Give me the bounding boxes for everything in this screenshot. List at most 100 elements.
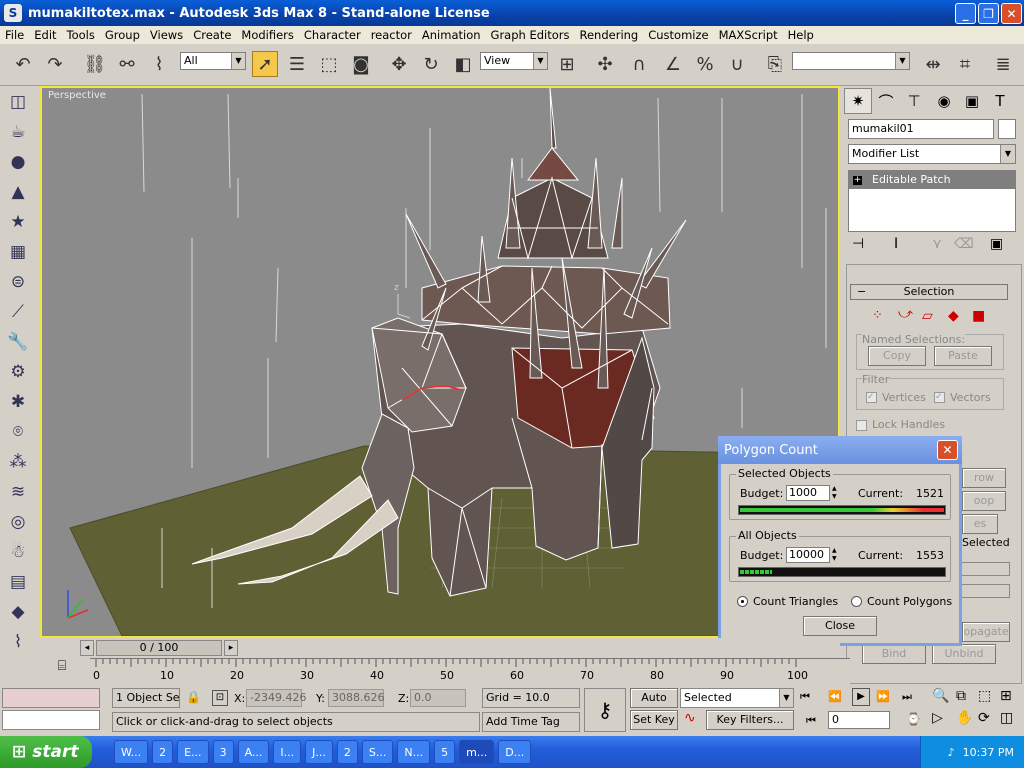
coil-icon[interactable]: ⊜ [4,268,32,296]
menu-group[interactable]: Group [100,28,145,42]
menu-modifiers[interactable]: Modifiers [236,28,299,42]
speaker-icon[interactable]: ♪ [948,746,955,759]
display-tab-icon[interactable]: ▣ [958,88,986,114]
create-tab-icon[interactable]: ✷ [844,88,872,114]
vertices-checkbox[interactable]: ✓ [866,392,877,403]
key-filters-button[interactable]: Key Filters... [706,710,794,730]
absolute-mode-icon[interactable]: ⊡ [212,690,228,706]
maxscript-listener-pink[interactable] [2,688,100,708]
stack-item-editable-patch[interactable]: + Editable Patch [849,171,1015,189]
time-slider-next-icon[interactable]: ▸ [224,640,238,656]
edit-named-selection-icon[interactable]: ⎘ [762,51,788,77]
go-to-end-icon[interactable]: ⏭ [902,690,912,704]
show-end-result-icon[interactable]: Ι [894,236,898,252]
menu-file[interactable]: File [0,28,29,42]
named-selection-dropdown[interactable]: ▼ [792,52,910,70]
y-coordinate[interactable]: 3088.626 [328,689,385,707]
dialog-close-icon[interactable]: ✕ [937,440,958,460]
object-color-swatch[interactable] [998,119,1016,139]
selected-budget-spinner-arrows[interactable]: ▲ ▼ [832,485,840,501]
reference-coordinate-dropdown[interactable]: View ▼ [480,52,548,70]
default-tangent-icon[interactable]: ∿ [684,710,696,726]
task-button-5[interactable]: A... [237,740,270,764]
go-to-start-icon[interactable]: ⏮ [800,690,810,704]
manipulate-icon[interactable]: ✣ [592,51,618,77]
menu-edit[interactable]: Edit [29,28,61,42]
align-icon[interactable]: ⌗ [952,51,978,77]
task-button-6[interactable]: I... [273,740,302,764]
sphere-icon[interactable]: ● [4,148,32,176]
utilities-tab-icon[interactable]: T [986,88,1014,114]
camera-icon[interactable]: ⌾ [4,418,32,446]
ring-loop-button[interactable]: oop [962,491,1006,511]
menu-create[interactable]: Create [188,28,236,42]
auto-key-button[interactable]: Auto Key [630,688,678,722]
menu-animation[interactable]: Animation [417,28,486,42]
object-name-field[interactable]: mumakil01 [848,119,994,139]
count-polygons-radio[interactable] [851,596,862,607]
gear-icon[interactable]: ⚙ [4,358,32,386]
count-triangles-radio[interactable] [737,596,748,607]
pivot-center-icon[interactable]: ⊞ [554,51,580,77]
menu-help[interactable]: Help [783,28,819,42]
pin-stack-icon[interactable]: ⊣ [852,236,864,252]
mirror-icon[interactable]: ⇹ [920,51,946,77]
field-of-view-icon[interactable]: ▷ [932,710,943,726]
hierarchy-tab-icon[interactable]: ⊤ [900,88,928,114]
wave-icon[interactable]: ≋ [4,478,32,506]
snaps-toggle-icon[interactable]: ∩ [626,51,652,77]
layer-manager-icon[interactable]: ≣ [990,51,1016,77]
rotate-icon[interactable]: ↻ [418,51,444,77]
task-button-7[interactable]: J... [305,740,333,764]
bind-space-warp-icon[interactable]: ⌇ [146,51,172,77]
selection-filter-dropdown[interactable]: All ▼ [180,52,246,70]
checker-icon[interactable]: ▦ [4,238,32,266]
wrench-icon[interactable]: 🔧 [4,328,32,356]
star-icon[interactable]: ★ [4,208,32,236]
add-time-tag[interactable]: Add Time Tag [482,712,580,732]
biped-icon[interactable]: ☃ [4,538,32,566]
play-icon[interactable]: ▶ [852,688,870,706]
task-button-10[interactable]: N... [397,740,431,764]
shrink-grow-button[interactable]: row [962,468,1006,488]
bone-icon[interactable]: ⟋ [4,298,32,326]
select-open-edges-button[interactable]: es [962,514,998,534]
particle-icon[interactable]: ⁂ [4,448,32,476]
pan-icon[interactable]: ✋ [956,710,973,726]
task-button-8[interactable]: 2 [336,740,358,764]
maxscript-listener-white[interactable] [2,710,100,730]
modify-tab-icon[interactable]: ⌒ [872,88,900,114]
propagate-button[interactable]: opagate [962,622,1010,642]
vectors-checkbox[interactable]: ✓ [934,392,945,403]
menu-reactor[interactable]: reactor [366,28,417,42]
copy-button[interactable]: Copy [868,346,926,366]
angle-snap-icon[interactable]: ∠ [660,51,686,77]
time-slider-prev-icon[interactable]: ◂ [80,640,94,656]
task-button-13[interactable]: D... [498,740,532,764]
lock-handles-checkbox[interactable] [856,420,867,431]
select-by-name-icon[interactable]: ☰ [284,51,310,77]
edge-level-icon[interactable]: ▱ [922,308,933,324]
rings-icon[interactable]: ◎ [4,508,32,536]
task-button-3dsmax[interactable]: m... [459,740,495,764]
selected-budget-spinner[interactable]: 1000 [786,485,830,501]
selection-rollout-header[interactable]: − Selection [850,284,1008,300]
menu-maxscript[interactable]: MAXScript [714,28,783,42]
make-unique-icon[interactable]: ⋎ [932,236,942,252]
light-icon[interactable]: ✱ [4,388,32,416]
handle-level-icon[interactable]: ⤻ [898,306,913,322]
task-button-4[interactable]: 3 [212,740,234,764]
previous-frame-icon[interactable]: ⏪ [828,690,842,703]
rigid-body-icon[interactable]: ◆ [4,598,32,626]
teapot-icon[interactable]: ☕ [4,118,32,146]
task-button-9[interactable]: S... [361,740,394,764]
zoom-icon[interactable]: 🔍 [932,688,949,704]
percent-snap-icon[interactable]: % [692,51,718,77]
box-icon[interactable]: ◫ [4,88,32,116]
time-configuration-icon[interactable]: ⌚ [906,712,921,726]
element-level-icon[interactable]: ■ [972,308,985,324]
vertex-level-icon[interactable]: ⁘ [872,308,883,323]
task-button-2[interactable]: 2 [152,740,174,764]
key-mode-dropdown[interactable]: Selected ▼ [680,688,794,708]
set-key-icon[interactable]: ⚷ [584,688,626,732]
